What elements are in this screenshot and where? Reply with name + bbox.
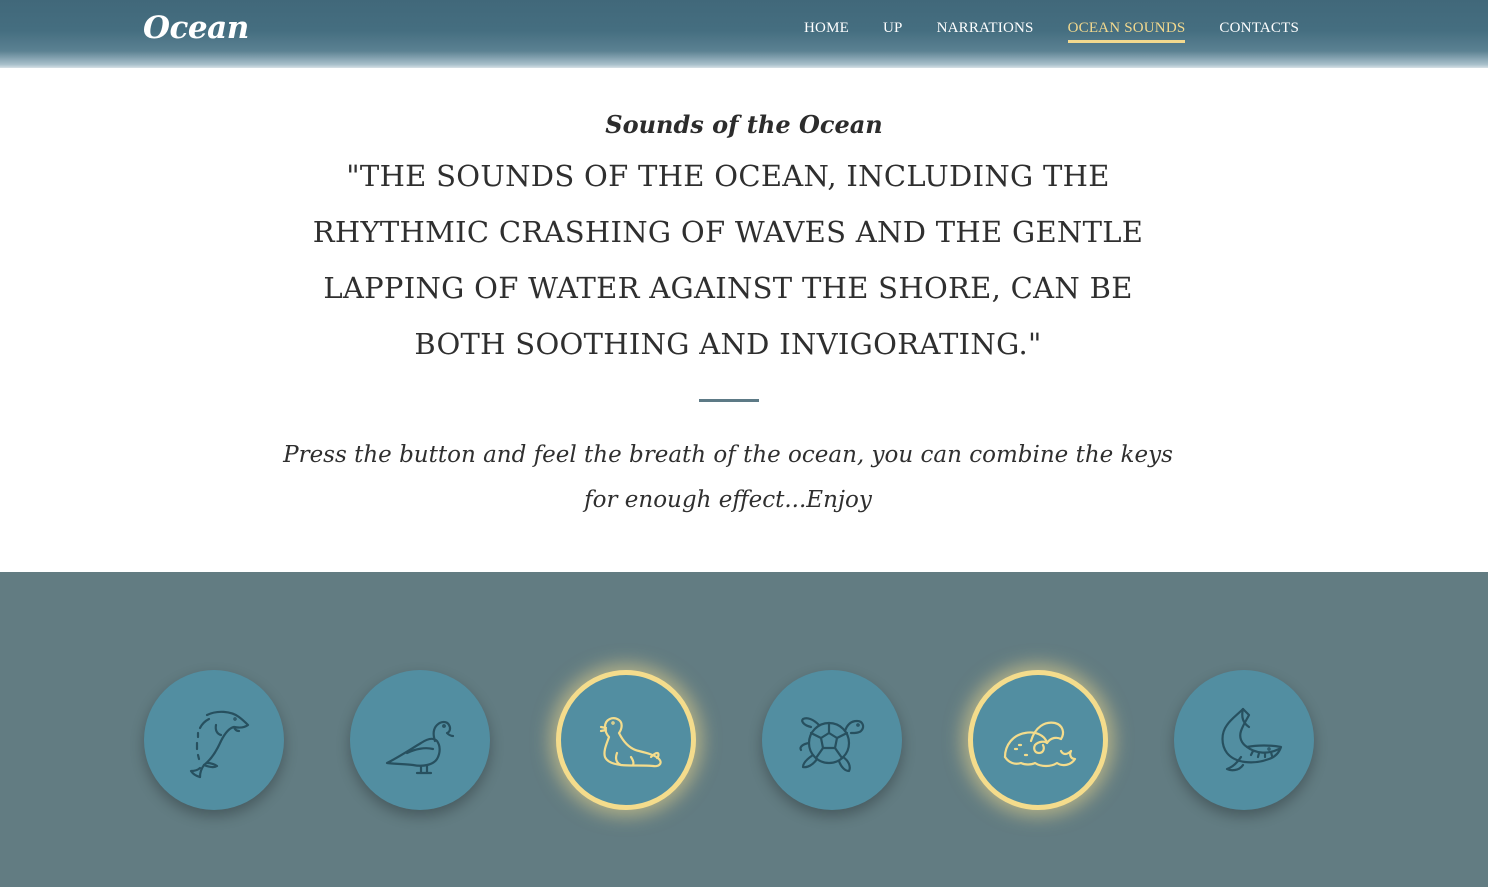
seagull-sound-button[interactable] — [350, 670, 490, 810]
main-nav: HOME UP NARRATIONS OCEAN SOUNDS CONTACTS — [804, 20, 1299, 43]
whale-sound-button[interactable] — [1174, 670, 1314, 810]
divider-line — [699, 399, 759, 402]
seal-sound-button[interactable] — [556, 670, 696, 810]
ocean-quote: "The sounds of the ocean, including the … — [312, 159, 1144, 361]
turtle-sound-button[interactable] — [762, 670, 902, 810]
seal-icon — [599, 717, 662, 768]
wave-icon — [1003, 721, 1077, 768]
site-logo[interactable]: Ocean — [143, 10, 249, 46]
site-header: Ocean HOME UP NARRATIONS OCEAN SOUNDS CO… — [0, 0, 1488, 68]
nav-ocean-sounds[interactable]: OCEAN SOUNDS — [1067, 20, 1186, 43]
wave-sound-button[interactable] — [968, 670, 1108, 810]
sound-buttons-section — [0, 572, 1488, 887]
whale-icon — [1221, 707, 1283, 772]
nav-narrations[interactable]: NARRATIONS — [937, 20, 1034, 43]
dolphin-icon — [189, 710, 250, 779]
seagull-icon — [385, 720, 455, 775]
dolphin-sound-button[interactable] — [144, 670, 284, 810]
nav-contacts[interactable]: CONTACTS — [1219, 20, 1299, 43]
section-subtitle: Sounds of the Ocean — [605, 110, 883, 139]
nav-up[interactable]: UP — [883, 20, 903, 43]
instructions-text: Press the button and feel the breath of … — [283, 442, 1173, 513]
nav-home[interactable]: HOME — [804, 20, 849, 43]
turtle-icon — [799, 717, 865, 773]
intro-section: Sounds of the Ocean "The sounds of the o… — [0, 68, 1488, 572]
